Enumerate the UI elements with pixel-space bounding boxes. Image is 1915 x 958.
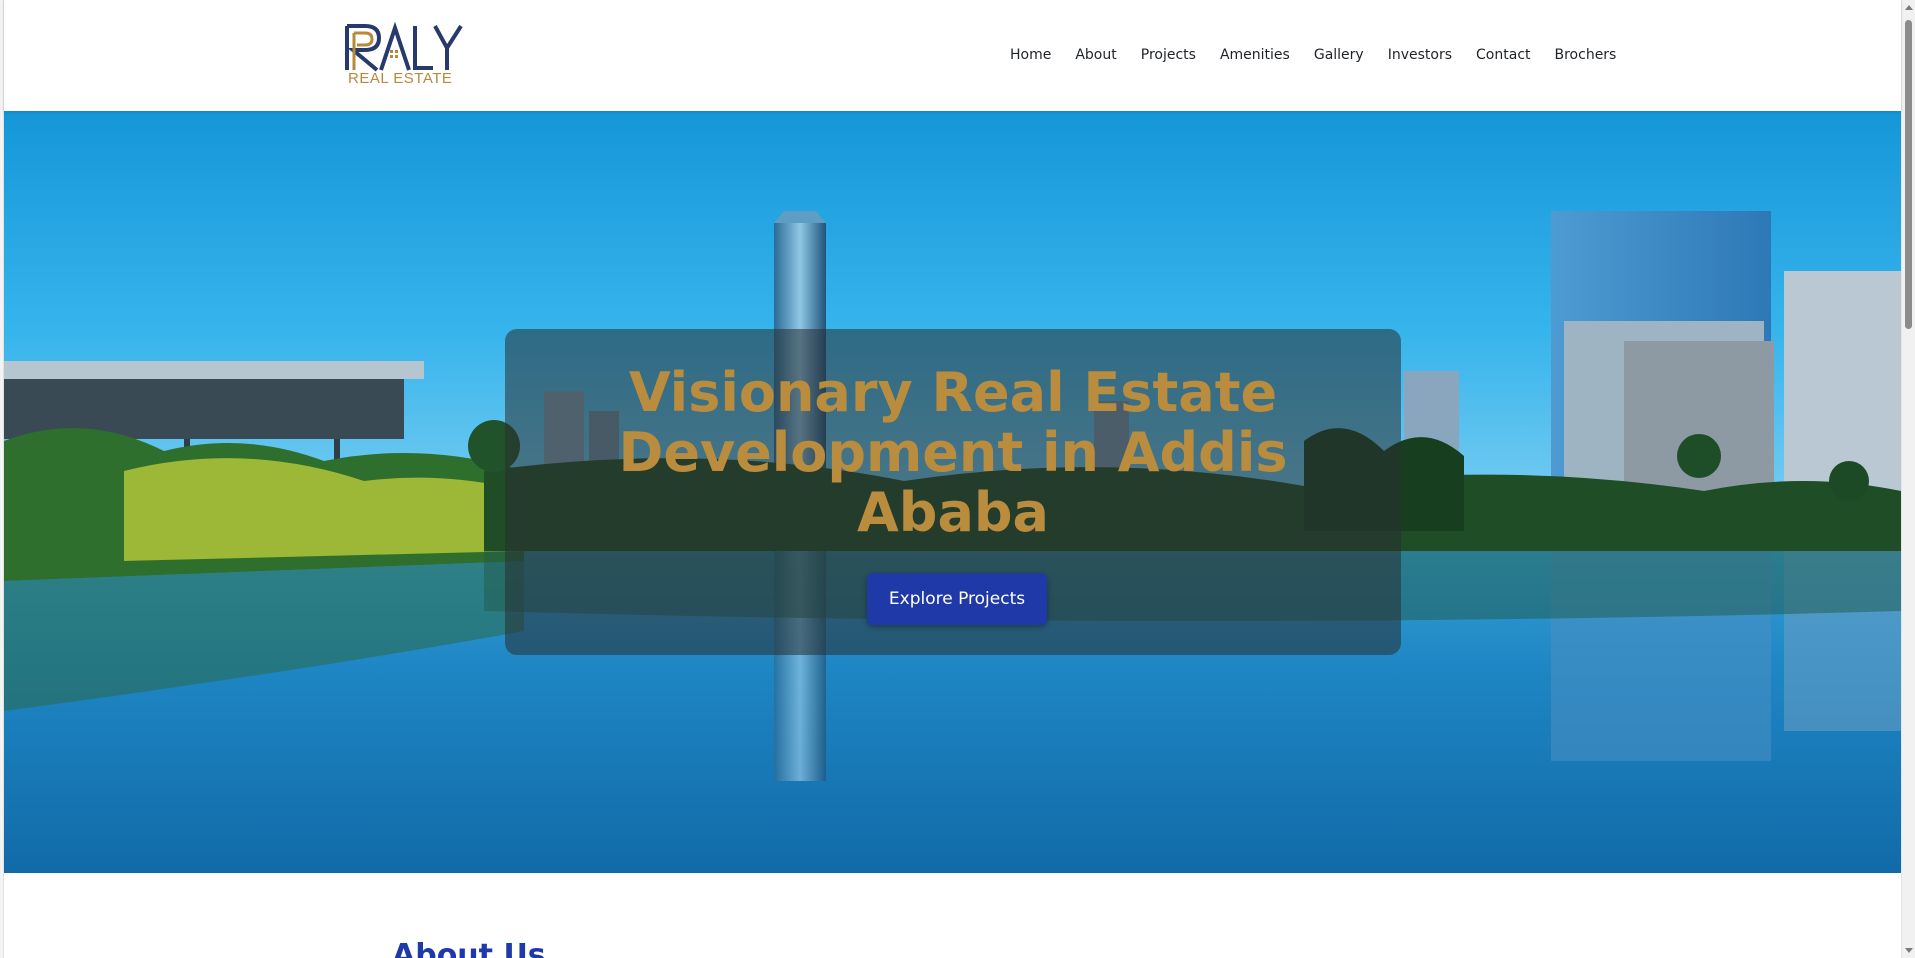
about-section-heading: About Us [392,938,546,958]
hero-title-line: Ababa [857,481,1049,544]
nav-link-gallery[interactable]: Gallery [1314,44,1364,66]
logo-subtitle: REAL ESTATE [348,70,453,87]
hero-overlay-card: Visionary Real Estate Development in Add… [505,329,1401,655]
main-nav: Home About Projects Amenities Gallery In… [1010,44,1616,66]
nav-link-amenities[interactable]: Amenities [1220,44,1290,66]
page-scrollbar[interactable] [1901,0,1915,958]
hero-title-line: Visionary Real Estate [628,361,1278,424]
explore-projects-button[interactable]: Explore Projects [867,573,1047,625]
hero-title-line: Development in Addis [618,421,1288,484]
scroll-thumb[interactable] [1905,20,1912,329]
hero-title: Visionary Real Estate Development in Add… [505,363,1401,543]
nav-link-brochers[interactable]: Brochers [1555,44,1617,66]
scroll-up-arrow-icon[interactable] [1905,5,1913,10]
page: REAL ESTATE Home About Projects Amenitie… [0,0,1915,958]
scroll-down-arrow-icon[interactable] [1905,948,1913,953]
nav-link-home[interactable]: Home [1010,44,1051,66]
nav-link-projects[interactable]: Projects [1141,44,1196,66]
raly-logo-mark-icon [345,21,463,72]
site-logo[interactable]: REAL ESTATE [343,20,465,88]
nav-link-contact[interactable]: Contact [1476,44,1530,66]
site-header: REAL ESTATE Home About Projects Amenitie… [4,0,1901,111]
nav-link-about[interactable]: About [1075,44,1116,66]
hero-section: Visionary Real Estate Development in Add… [4,111,1901,873]
nav-link-investors[interactable]: Investors [1388,44,1452,66]
